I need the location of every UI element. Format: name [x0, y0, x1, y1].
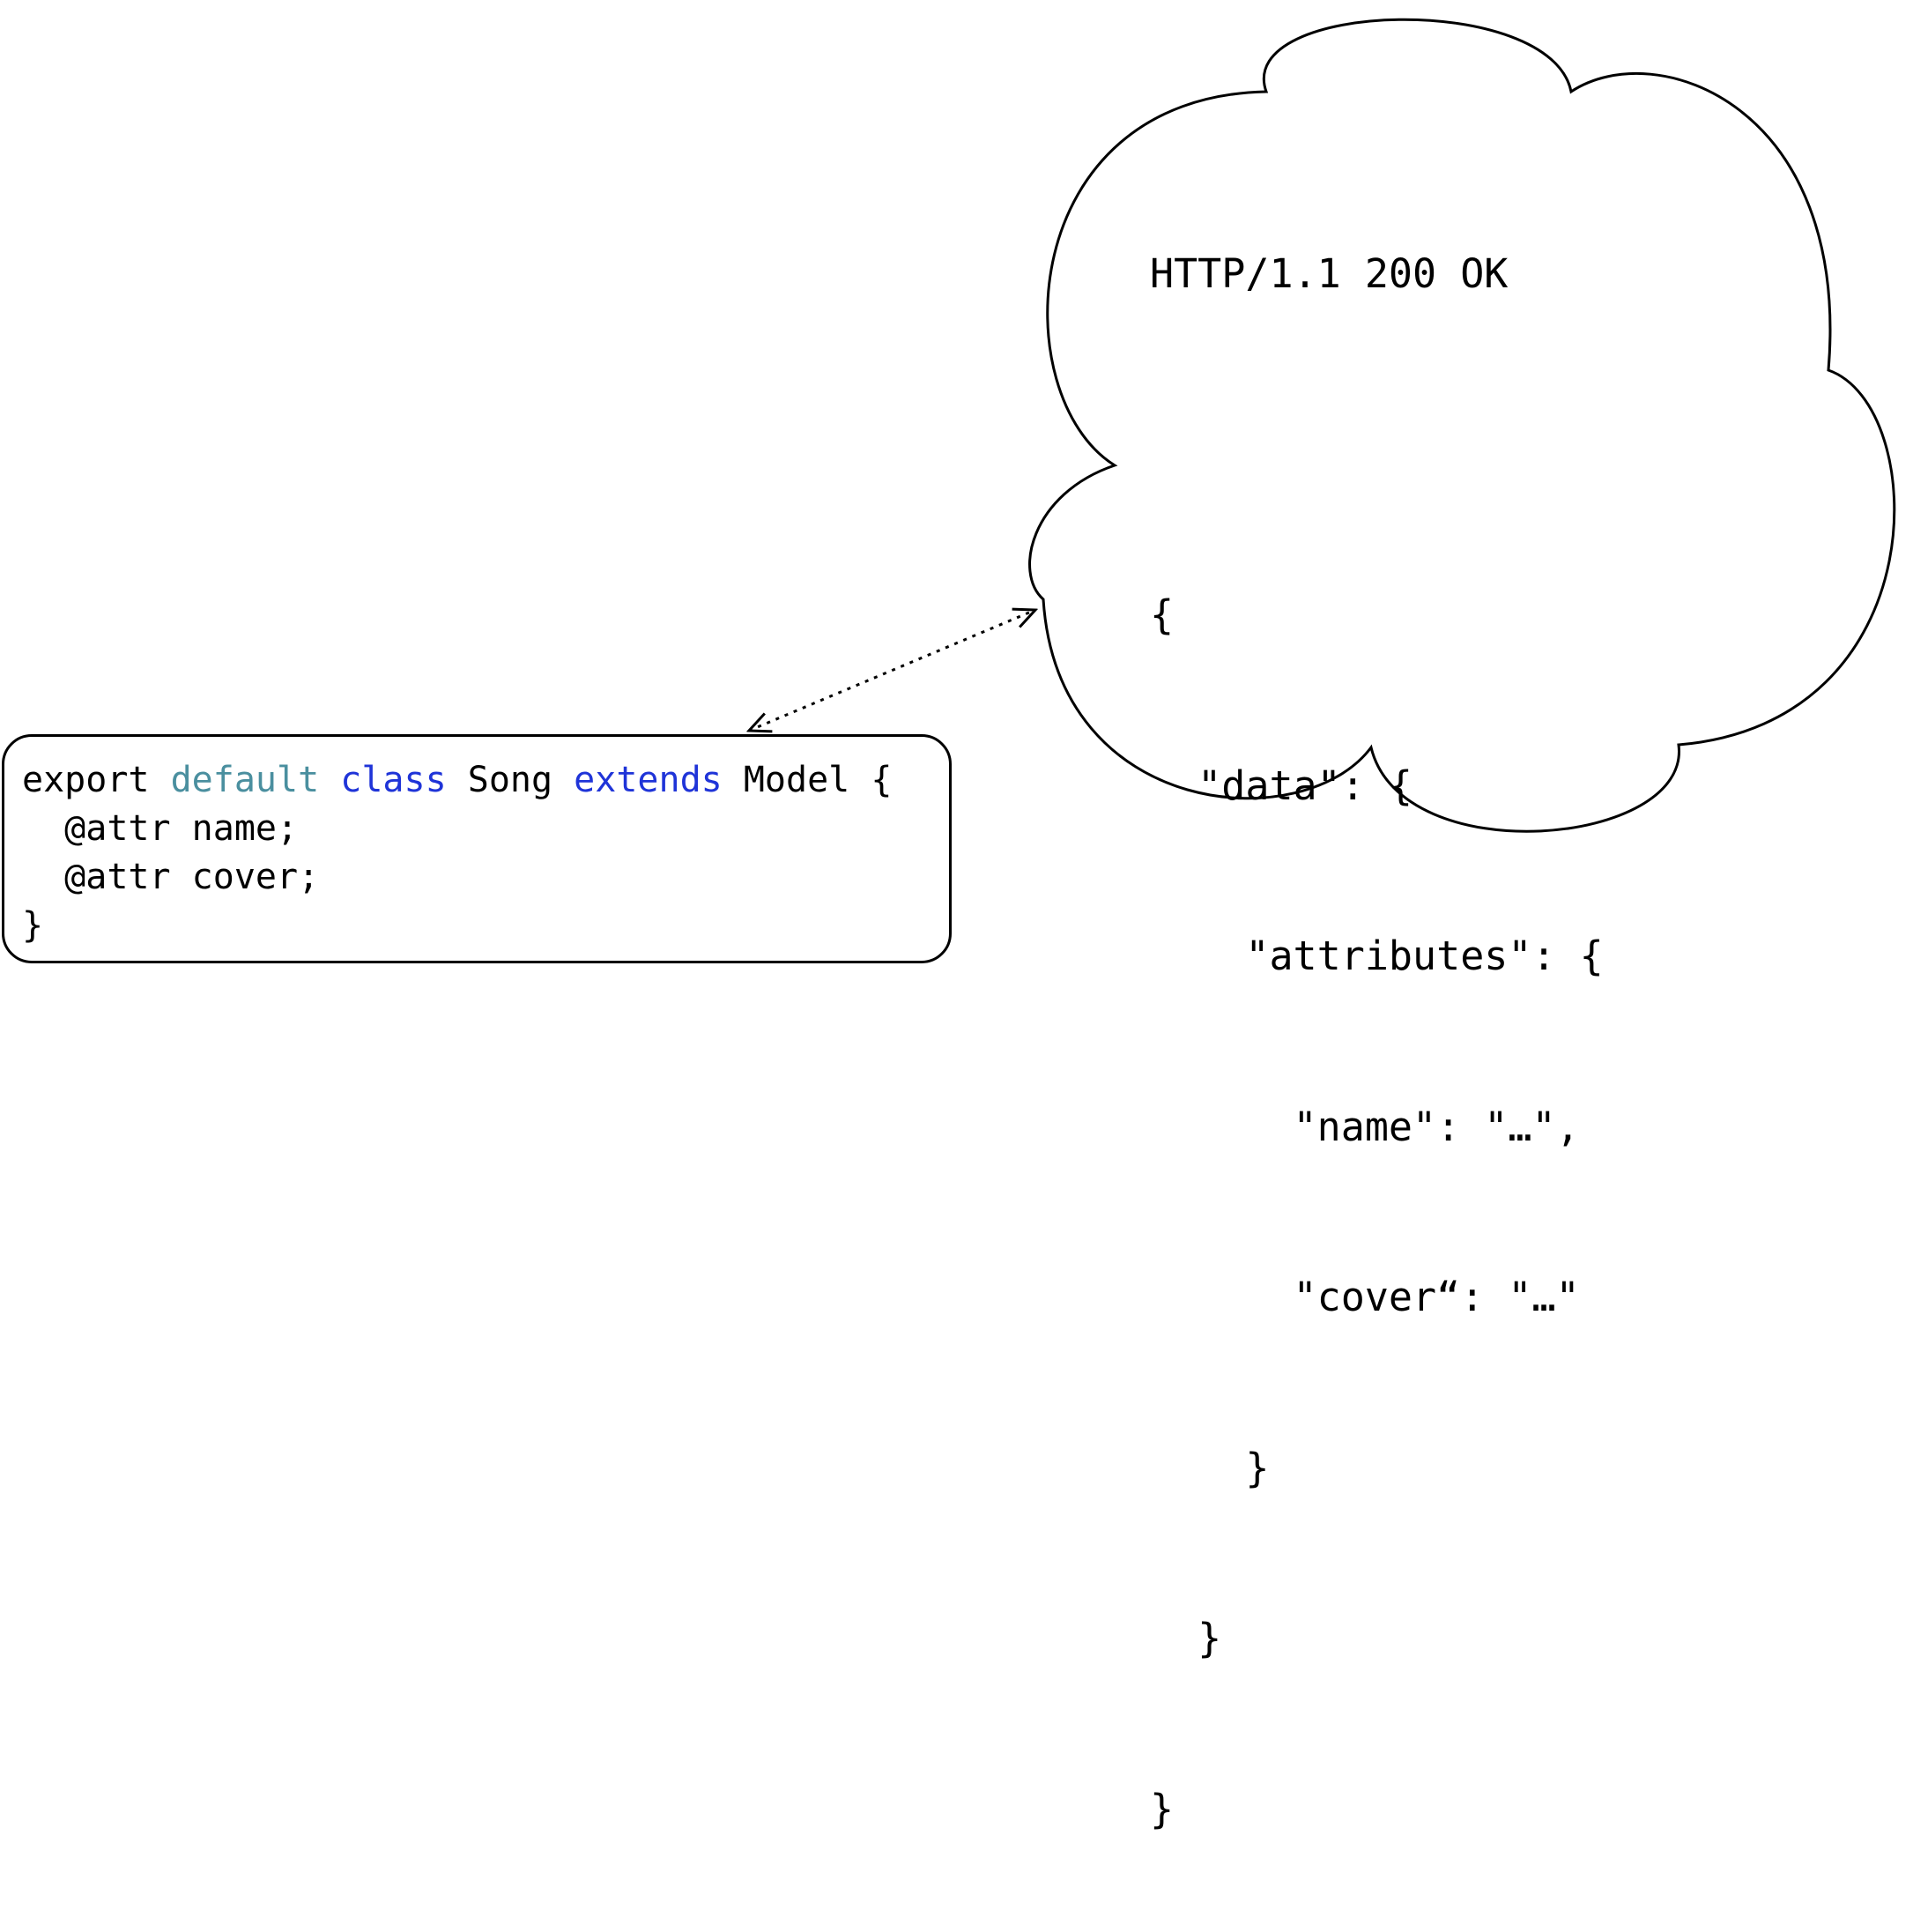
code-token: Model {	[722, 760, 893, 800]
json-line: "cover“: "…"	[1150, 1274, 1580, 1320]
code-keyword-extends: extends	[574, 760, 723, 800]
code-token: Song	[446, 760, 575, 800]
http-response: HTTP/1.1 200 OK { "data": { "attributes"…	[1150, 132, 1604, 1932]
bidirectional-arrow	[749, 610, 1035, 731]
code-keyword-class: class	[340, 760, 447, 800]
code-line-attr-cover: @attr cover;	[22, 857, 320, 897]
model-code-box: export default class Song extends Model …	[2, 734, 952, 963]
code-line-closing-brace: }	[22, 905, 44, 946]
code-keyword-default: default	[170, 760, 320, 800]
json-line: "attributes": {	[1150, 933, 1604, 979]
json-line: }	[1150, 1785, 1175, 1832]
json-line: "name": "…",	[1150, 1103, 1580, 1150]
json-line: "data": {	[1150, 762, 1413, 809]
code-token: export	[22, 760, 171, 800]
json-line: {	[1150, 591, 1175, 638]
code-line-class-declaration: export default class Song extends Model …	[22, 756, 949, 805]
json-line: }	[1150, 1615, 1222, 1661]
json-line: }	[1150, 1444, 1270, 1491]
status-line: HTTP/1.1 200 OK	[1150, 250, 1509, 297]
diagram-canvas: HTTP/1.1 200 OK { "data": { "attributes"…	[0, 0, 1913, 1832]
code-line-attr-name: @attr name;	[22, 808, 299, 849]
